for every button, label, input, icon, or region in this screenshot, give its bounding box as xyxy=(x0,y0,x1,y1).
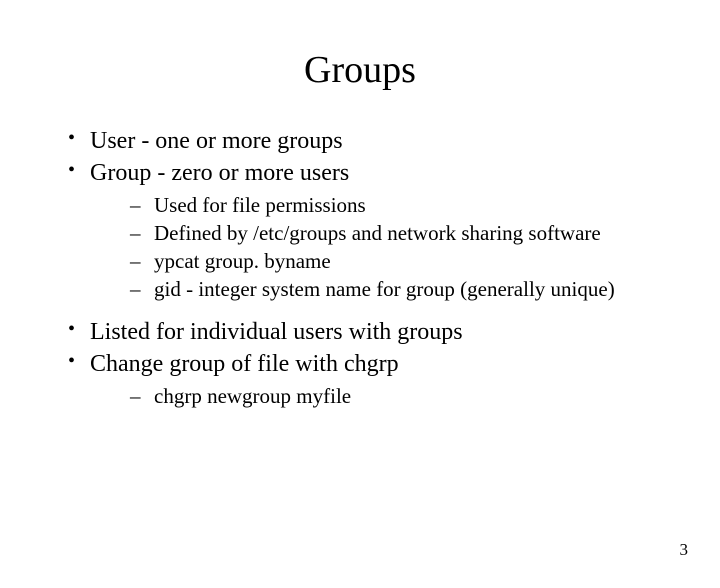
page-number: 3 xyxy=(680,540,689,560)
bullet-text: Listed for individual users with groups xyxy=(90,319,463,345)
bullet-text: Change group of file with chgrp xyxy=(90,351,399,377)
sub-bullet-text: Defined by /etc/groups and network shari… xyxy=(154,221,601,245)
bullet-text: Group - zero or more users xyxy=(90,160,349,186)
sub-bullet-item: chgrp newgroup myfile xyxy=(90,383,680,410)
bullet-list: User - one or more groups Group - zero o… xyxy=(62,126,680,409)
bullet-item: Group - zero or more users Used for file… xyxy=(62,158,680,303)
sub-bullet-item: gid - integer system name for group (gen… xyxy=(90,276,680,303)
slide: Groups User - one or more groups Group -… xyxy=(0,48,720,588)
bullet-text: User - one or more groups xyxy=(90,128,343,154)
sub-bullet-list: Used for file permissions Defined by /et… xyxy=(90,192,680,303)
sub-bullet-text: gid - integer system name for group (gen… xyxy=(154,277,615,301)
sub-bullet-item: Defined by /etc/groups and network shari… xyxy=(90,220,680,247)
sub-bullet-text: chgrp newgroup myfile xyxy=(154,384,351,408)
sub-bullet-text: Used for file permissions xyxy=(154,193,366,217)
sub-bullet-text: ypcat group. byname xyxy=(154,249,331,273)
sub-bullet-item: Used for file permissions xyxy=(90,192,680,219)
bullet-item: User - one or more groups xyxy=(62,126,680,156)
sub-bullet-item: ypcat group. byname xyxy=(90,248,680,275)
bullet-item: Change group of file with chgrp chgrp ne… xyxy=(62,349,680,410)
bullet-item: Listed for individual users with groups xyxy=(62,317,680,347)
slide-title: Groups xyxy=(0,48,720,92)
sub-bullet-list: chgrp newgroup myfile xyxy=(90,383,680,410)
slide-content: User - one or more groups Group - zero o… xyxy=(62,126,680,409)
